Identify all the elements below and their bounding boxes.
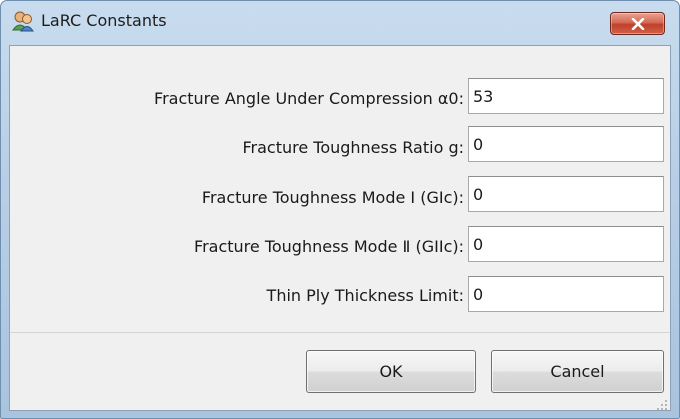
fracture-angle-input[interactable]: [468, 78, 664, 114]
toughness-mode-i-label: Fracture Toughness Mode I (GIc):: [201, 188, 464, 207]
title-bar[interactable]: LaRC Constants: [1, 1, 679, 41]
toughness-ratio-input[interactable]: [468, 126, 664, 162]
dialog-window: LaRC Constants Fracture Angle Under Comp…: [0, 0, 680, 419]
toughness-mode-ii-input[interactable]: [468, 226, 664, 262]
close-button[interactable]: [610, 12, 665, 35]
toughness-mode-i-input[interactable]: [468, 176, 664, 212]
form-area: Fracture Angle Under Compression α0: Fra…: [10, 46, 670, 332]
users-icon: [11, 10, 35, 32]
cancel-button[interactable]: Cancel: [491, 350, 664, 393]
toughness-mode-ii-label: Fracture Toughness Mode Ⅱ (GIIc):: [194, 237, 464, 256]
thin-ply-limit-input[interactable]: [468, 276, 664, 312]
thin-ply-limit-label: Thin Ply Thickness Limit:: [266, 286, 464, 305]
fracture-angle-label: Fracture Angle Under Compression α0:: [154, 89, 464, 108]
dialog-body: Fracture Angle Under Compression α0: Fra…: [9, 45, 671, 411]
resize-grip-icon[interactable]: [656, 396, 668, 410]
toughness-ratio-label: Fracture Toughness Ratio g:: [242, 138, 464, 157]
close-icon: [631, 18, 645, 30]
button-bar: OK Cancel: [10, 333, 670, 410]
ok-button[interactable]: OK: [306, 350, 476, 393]
window-title: LaRC Constants: [41, 11, 167, 30]
